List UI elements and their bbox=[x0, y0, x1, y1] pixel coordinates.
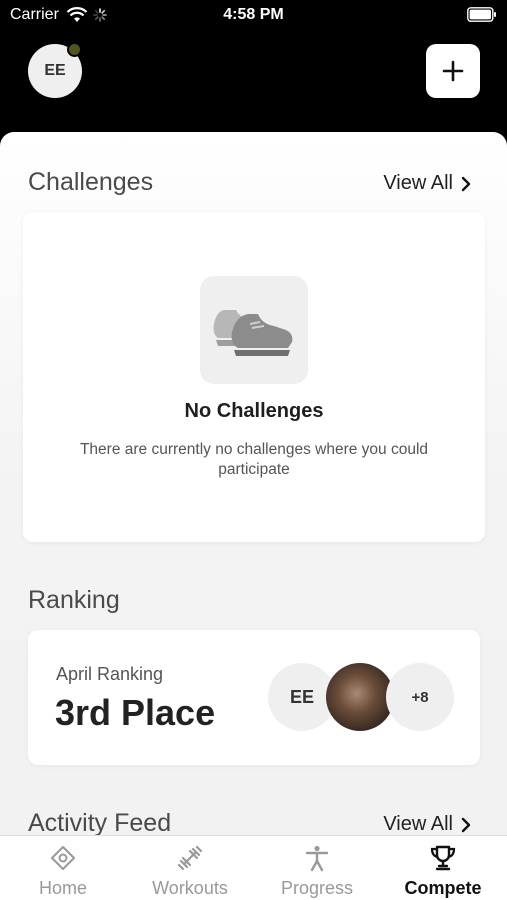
challenges-view-all-link[interactable]: View All bbox=[383, 172, 471, 195]
tab-workouts[interactable]: Workouts bbox=[127, 836, 253, 900]
tab-progress[interactable]: Progress bbox=[254, 836, 380, 900]
ranking-card[interactable]: April Ranking 3rd Place EE +8 bbox=[28, 630, 480, 765]
home-diamond-icon bbox=[51, 846, 75, 870]
trophy-icon bbox=[430, 845, 456, 871]
tab-home[interactable]: Home bbox=[0, 836, 126, 900]
user-avatar-initials: EE bbox=[289, 686, 314, 707]
dumbbell-icon bbox=[177, 845, 203, 871]
view-all-label: View All bbox=[383, 172, 453, 194]
participant-photo-avatar bbox=[326, 663, 394, 731]
more-participants-count: +8 bbox=[411, 688, 429, 706]
activity-view-all-link[interactable]: View All bbox=[383, 813, 471, 835]
battery-icon bbox=[467, 7, 496, 22]
empty-state-title: No Challenges bbox=[184, 400, 324, 422]
more-participants-badge: +8 bbox=[386, 663, 454, 731]
chevron-right-icon bbox=[461, 176, 471, 191]
tab-label: Compete bbox=[404, 878, 482, 898]
ranking-period-label: April Ranking bbox=[56, 664, 164, 684]
sneaker-icon bbox=[200, 276, 308, 384]
ranking-place: 3rd Place bbox=[55, 692, 216, 733]
tab-label: Workouts bbox=[152, 878, 228, 898]
tab-compete[interactable]: Compete bbox=[380, 836, 506, 900]
view-all-label: View All bbox=[383, 813, 453, 835]
plus-icon bbox=[442, 60, 464, 82]
chevron-right-icon bbox=[461, 817, 471, 832]
online-status-dot bbox=[67, 42, 82, 57]
tab-bar: Home Workouts Progress Compete bbox=[0, 835, 507, 900]
content-sheet: Challenges View All No Challenges There … bbox=[0, 132, 507, 835]
person-icon bbox=[305, 845, 329, 872]
challenges-title: Challenges bbox=[28, 168, 154, 196]
empty-state-description: There are currently no challenges where … bbox=[79, 441, 429, 479]
add-button[interactable] bbox=[426, 44, 480, 98]
activity-feed-title: Activity Feed bbox=[28, 809, 172, 835]
avatar-initials: EE bbox=[44, 62, 66, 79]
tab-label: Progress bbox=[280, 878, 354, 898]
status-bar: Carrier 4:58 PM bbox=[0, 0, 507, 32]
challenges-empty-card: No Challenges There are currently no cha… bbox=[23, 212, 485, 542]
status-time: 4:58 PM bbox=[223, 6, 284, 23]
ranking-title: Ranking bbox=[28, 586, 120, 614]
tab-label: Home bbox=[38, 878, 87, 898]
